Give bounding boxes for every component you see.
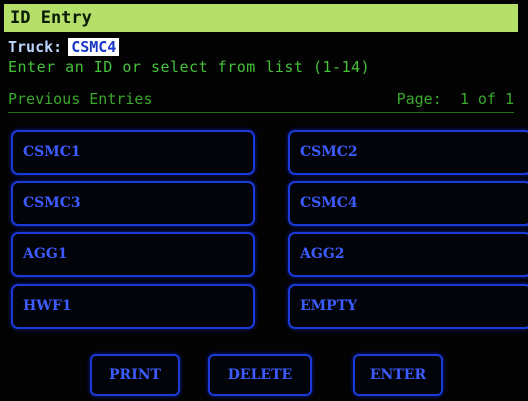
instruction-text: Enter an ID or select from list (1-14) — [8, 58, 371, 76]
page-total: 1 — [504, 90, 514, 108]
entry-button-agg2[interactable]: AGG2 — [288, 232, 528, 277]
truck-id-input[interactable]: CSMC4 — [68, 38, 120, 56]
page-indicator: Page: 1 of 1 — [397, 90, 514, 108]
previous-entries-label: Previous Entries — [8, 90, 153, 108]
entry-button-csmc3[interactable]: CSMC3 — [11, 181, 255, 226]
entry-button-csmc2[interactable]: CSMC2 — [288, 130, 528, 175]
enter-button[interactable]: ENTER — [353, 354, 443, 396]
page-label: Page: — [396, 90, 442, 108]
page-current: 1 — [459, 90, 469, 108]
terminal-screen: ID Entry Truck: CSMC4 Enter an ID or sele… — [0, 0, 528, 401]
entry-button-agg1[interactable]: AGG1 — [11, 232, 255, 277]
entry-button-hwf1[interactable]: HWF1 — [11, 284, 255, 329]
entry-button-empty[interactable]: EMPTY — [288, 284, 528, 329]
entry-button-csmc1[interactable]: CSMC1 — [11, 130, 255, 175]
previous-entries-header: Previous Entries Page: 1 of 1 — [8, 90, 514, 113]
truck-label: Truck: — [8, 38, 63, 56]
entry-button-csmc4[interactable]: CSMC4 — [288, 181, 528, 226]
window-title: ID Entry — [4, 4, 518, 32]
print-button[interactable]: PRINT — [90, 354, 180, 396]
truck-row: Truck: CSMC4 — [8, 38, 120, 56]
page-of: of — [477, 90, 496, 108]
delete-button[interactable]: DELETE — [208, 354, 312, 396]
